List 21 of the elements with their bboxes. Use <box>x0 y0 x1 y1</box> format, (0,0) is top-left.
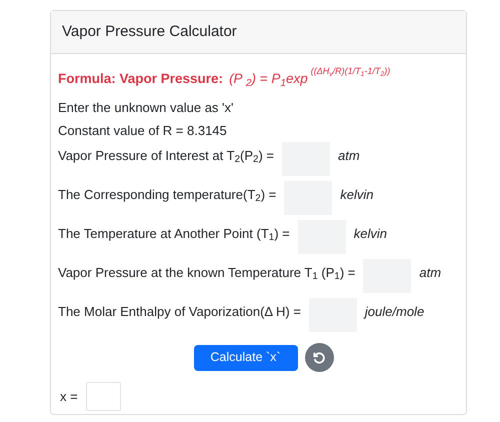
field-label: Vapor Pressure at the known Temperature T$_{1}$ (P$_{1}$) = <box>58 264 356 282</box>
formula-exponent: ((ΔH$_{v}$/R)(1/T$_{1}$-1/T$_{2}$)) <box>310 65 390 78</box>
reset-icon <box>312 350 326 364</box>
field-label: Vapor Pressure of Interest at T$_{2}$(P$_{2}$) = <box>58 147 274 166</box>
card-title: Vapor Pressure Calculator <box>62 22 237 42</box>
instruction-text: Enter the unknown value as 'x' <box>58 98 234 117</box>
formula-expression: (P $_{2}$) = P$_{1}$exp <box>229 70 308 90</box>
field-label: The Temperature at Another Point (T$_{1}$) = <box>58 225 290 244</box>
formula-label: Formula: Vapor Pressure: <box>58 70 224 88</box>
unit-label: atm <box>338 147 360 165</box>
calculate-button[interactable]: Calculate `x` <box>194 344 298 370</box>
reset-button[interactable] <box>304 343 334 372</box>
field-label: The Corresponding temperature(T$_{2}$) = <box>58 186 276 204</box>
unit-label: joule/mole <box>364 303 424 321</box>
instruction-text: Constant value of R = 8.3145 <box>58 122 227 140</box>
result-input[interactable] <box>86 382 121 411</box>
unit-label: kelvin <box>340 186 374 204</box>
field-label: The Molar Enthalpy of Vaporization(Δ H) = <box>58 303 301 321</box>
unit-label: kelvin <box>354 225 387 243</box>
result-label: x = <box>60 388 78 406</box>
unit-label: atm <box>419 264 442 282</box>
